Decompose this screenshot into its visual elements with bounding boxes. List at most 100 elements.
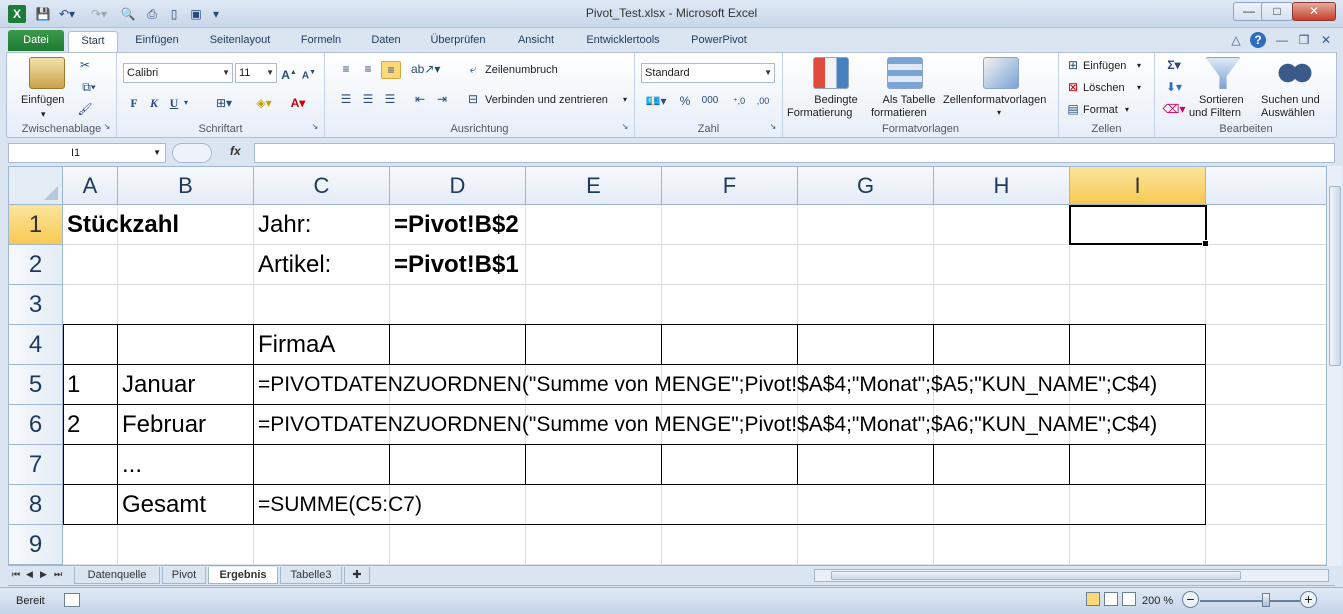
cell-styles-icon[interactable] (983, 57, 1019, 89)
insert-cells-icon[interactable]: ⊞ (1065, 57, 1081, 73)
thousands-separator-icon[interactable]: 000 (697, 93, 723, 109)
cell-b8[interactable]: Gesamt (118, 485, 206, 525)
tab-datei[interactable]: Datei (8, 30, 64, 51)
merge-center-icon[interactable]: ⊟ (465, 91, 481, 107)
find-select-label[interactable]: Auswählen (1261, 106, 1315, 120)
align-bottom-icon[interactable]: ≡ (381, 61, 401, 79)
column-header-c[interactable]: C (254, 167, 390, 205)
cell-b5[interactable]: Januar (118, 365, 195, 405)
column-header-blank[interactable] (1206, 167, 1334, 205)
delete-cells-button[interactable]: Löschen (1083, 81, 1125, 95)
row-header-5[interactable]: 5 (9, 365, 63, 405)
borders-icon[interactable]: ⊞▾ (211, 95, 237, 111)
row-header-4[interactable]: 4 (9, 325, 63, 365)
dialog-launcher-icon[interactable]: ↘ (310, 119, 320, 135)
decrease-indent-icon[interactable]: ⇤ (411, 91, 429, 107)
column-header-a[interactable]: A (63, 167, 118, 205)
increase-decimal-icon[interactable]: ⁺,0 (729, 93, 749, 109)
tab-daten[interactable]: Daten (362, 33, 410, 52)
tab-ansicht[interactable]: Ansicht (508, 33, 564, 52)
tab-ueberpruefen[interactable]: Überprüfen (420, 33, 496, 52)
dialog-launcher-icon[interactable]: ↘ (768, 119, 778, 135)
normal-view-icon[interactable] (1086, 592, 1100, 606)
autosum-button[interactable]: Σ▾ (1161, 57, 1187, 73)
row-header-9[interactable]: 9 (9, 525, 63, 565)
tab-formeln[interactable]: Formeln (292, 33, 350, 52)
name-box[interactable]: I1 ▼ (8, 143, 166, 163)
wrap-text-button[interactable]: Zeilenumbruch (485, 63, 558, 77)
first-sheet-icon[interactable]: ⏮ (12, 569, 20, 580)
merge-dropdown-icon[interactable]: ▾ (623, 93, 627, 107)
zoom-level[interactable]: 200 % (1142, 595, 1173, 607)
formula-bar-resize-handle[interactable] (172, 143, 212, 163)
format-painter-icon[interactable]: 🖌 (77, 101, 93, 117)
cell-c6[interactable]: =PIVOTDATENZUORDNEN("Summe von MENGE";Pi… (254, 405, 1157, 445)
zoom-in-button[interactable]: + (1300, 591, 1317, 608)
cell-c8[interactable]: =SUMME(C5:C7) (254, 485, 422, 525)
sheet-tab-pivot[interactable]: Pivot (162, 567, 206, 584)
row-header-8[interactable]: 8 (9, 485, 63, 525)
clear-icon[interactable]: ⌫▾ (1161, 101, 1187, 117)
tab-start[interactable]: Start (68, 31, 118, 52)
tab-seitenlayout[interactable]: Seitenlayout (200, 33, 280, 52)
sheet-tab-datenquelle[interactable]: Datenquelle (74, 567, 160, 584)
tab-einfuegen[interactable]: Einfügen (126, 33, 188, 52)
dialog-launcher-icon[interactable]: ↘ (620, 119, 630, 135)
cell-c5[interactable]: =PIVOTDATENZUORDNEN("Summe von MENGE";Pi… (254, 365, 1157, 405)
insert-function-icon[interactable]: fx (230, 144, 241, 158)
font-name-combo[interactable]: Calibri ▼ (123, 63, 233, 83)
increase-indent-icon[interactable]: ⇥ (433, 91, 451, 107)
percent-icon[interactable]: % (677, 93, 693, 109)
conditional-formatting-label[interactable]: Formatierung (787, 106, 852, 120)
column-header-i[interactable]: I (1070, 167, 1206, 205)
cell-d1[interactable]: =Pivot!B$2 (390, 205, 519, 245)
vertical-scrollbar-thumb[interactable] (1329, 186, 1341, 366)
paste-icon[interactable] (29, 57, 65, 89)
page-layout-view-icon[interactable] (1104, 592, 1118, 606)
close-button[interactable]: ✕ (1292, 2, 1336, 21)
macro-record-icon[interactable] (64, 593, 80, 607)
minimize-ribbon-icon[interactable]: △ (1228, 32, 1244, 48)
dialog-launcher-icon[interactable]: ↘ (102, 119, 112, 135)
column-header-b[interactable]: B (118, 167, 254, 205)
sheet-tab-ergebnis[interactable]: Ergebnis (208, 567, 278, 584)
bold-button[interactable]: F (127, 95, 141, 111)
restore-window-icon[interactable]: ❐ (1296, 32, 1312, 48)
wrap-text-icon[interactable]: ⤶ (465, 61, 481, 77)
formula-input[interactable] (254, 143, 1335, 163)
row-header-2[interactable]: 2 (9, 245, 63, 285)
format-as-table-button[interactable]: Als Tabelle (877, 93, 941, 107)
cell-a5[interactable]: 1 (63, 365, 80, 405)
horizontal-scrollbar-thumb[interactable] (831, 571, 1241, 580)
close-workbook-icon[interactable]: ✕ (1318, 32, 1334, 48)
align-right-icon[interactable]: ☰ (381, 91, 399, 107)
italic-button[interactable]: K (147, 95, 161, 111)
currency-icon[interactable]: 💶▾ (643, 93, 669, 109)
format-cells-icon[interactable]: ▤ (1065, 101, 1081, 117)
maximize-button[interactable]: □ (1261, 2, 1293, 21)
cell-c1[interactable]: Jahr: (254, 205, 311, 245)
column-header-e[interactable]: E (526, 167, 662, 205)
align-center-icon[interactable]: ☰ (359, 91, 377, 107)
font-color-icon[interactable]: A▾ (285, 95, 311, 111)
align-middle-icon[interactable]: ≡ (359, 61, 377, 77)
restore-workbook-icon[interactable]: — (1274, 32, 1290, 48)
insert-sheet-icon[interactable]: ✚ (344, 567, 370, 584)
find-select-button[interactable]: Suchen und (1261, 93, 1320, 107)
column-header-h[interactable]: H (934, 167, 1070, 205)
sort-filter-button[interactable]: Sortieren (1199, 93, 1244, 107)
row-header-3[interactable]: 3 (9, 285, 63, 325)
cell-styles-button[interactable]: Zellenformatvorlagen (943, 93, 1046, 107)
column-header-d[interactable]: D (390, 167, 526, 205)
next-sheet-icon[interactable]: ▶ (40, 569, 47, 580)
align-top-icon[interactable]: ≡ (337, 61, 355, 77)
zoom-slider[interactable] (1200, 600, 1300, 602)
cut-icon[interactable]: ✂ (77, 57, 93, 73)
font-size-combo[interactable]: 11 ▼ (235, 63, 277, 83)
zoom-out-button[interactable]: − (1182, 591, 1199, 608)
row-header-7[interactable]: 7 (9, 445, 63, 485)
format-cells-button[interactable]: Format (1083, 103, 1118, 117)
cell-c4[interactable]: FirmaA (254, 325, 335, 365)
page-break-view-icon[interactable] (1122, 592, 1136, 606)
grow-font-icon[interactable]: A▲ (281, 65, 297, 83)
